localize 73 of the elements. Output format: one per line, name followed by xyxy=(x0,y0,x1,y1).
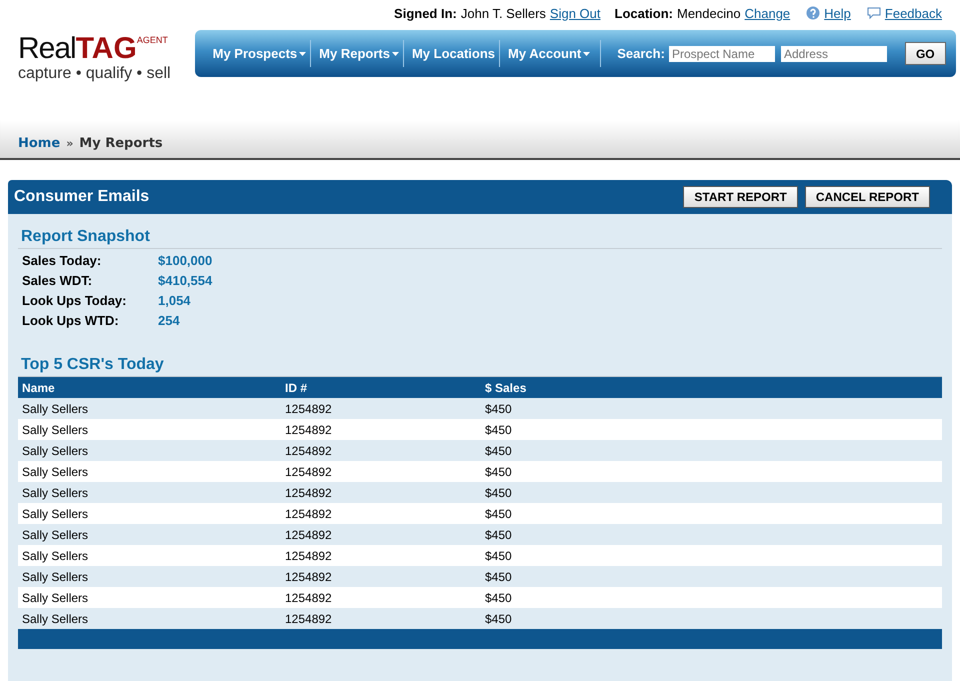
report-button[interactable]: CANCEL REPORT xyxy=(804,186,930,208)
table-cell: Sally Sellers xyxy=(18,398,281,419)
table-cell: Sally Sellers xyxy=(18,587,281,608)
nav-item[interactable]: My Locations xyxy=(404,40,500,67)
breadcrumb-item: My Reports xyxy=(79,136,163,150)
column-header: Name xyxy=(18,377,281,398)
table-cell: 1254892 xyxy=(281,566,481,587)
nav-item[interactable]: My Reports xyxy=(311,40,404,67)
table-cell: $450 xyxy=(481,419,942,440)
table-cell: Sally Sellers xyxy=(18,461,281,482)
location-name: Mendecino xyxy=(677,6,741,20)
logo-superscript-text: AGENT xyxy=(136,36,168,45)
search-label: Search: xyxy=(617,46,665,61)
search-field[interactable]: Prospect Name xyxy=(668,46,775,62)
signed-in-label: Signed In: xyxy=(394,6,457,20)
table-cell: Sally Sellers xyxy=(18,608,281,629)
feedback-link[interactable]: Feedback xyxy=(884,6,942,20)
table-cell: $450 xyxy=(481,587,942,608)
table-cell: 1254892 xyxy=(281,398,481,419)
table-cell: 1254892 xyxy=(281,440,481,461)
table-cell: 1254892 xyxy=(281,482,481,503)
change-link[interactable]: Change xyxy=(744,6,790,20)
table-cell: $450 xyxy=(481,482,942,503)
table-cell: Sally Sellers xyxy=(18,482,281,503)
table-cell: $450 xyxy=(481,566,942,587)
logo-word: Real xyxy=(18,34,76,64)
stat-label: Look Ups WTD: xyxy=(22,313,120,328)
location-label: Location: xyxy=(614,6,673,20)
table-cell: 1254892 xyxy=(281,545,481,566)
nav-item[interactable]: My Account xyxy=(500,40,602,67)
search-field[interactable]: Address xyxy=(780,46,887,62)
table-cell: Sally Sellers xyxy=(18,545,281,566)
section-title: Report Snapshot xyxy=(18,228,942,249)
stat-label: Sales WDT: xyxy=(22,273,94,288)
stat-value: 254 xyxy=(158,313,181,328)
table-cell: 1254892 xyxy=(281,503,481,524)
logo-tagline: capture • qualify • sell xyxy=(18,65,171,83)
table-cell: 1254892 xyxy=(281,587,481,608)
logo-word: TAG xyxy=(76,34,137,64)
table-cell: $450 xyxy=(481,503,942,524)
table-cell: Sally Sellers xyxy=(18,440,281,461)
table-cell: $450 xyxy=(481,440,942,461)
nav-item[interactable]: My Prospects xyxy=(204,40,312,67)
table-cell: 1254892 xyxy=(281,461,481,482)
speech-bubble-icon[interactable] xyxy=(866,6,881,20)
go-button[interactable]: GO xyxy=(904,42,946,65)
help-icon[interactable] xyxy=(806,6,820,20)
table-cell: Sally Sellers xyxy=(18,419,281,440)
table-cell: $450 xyxy=(481,608,942,629)
stat-value: 1,054 xyxy=(158,293,192,308)
stat-value: $100,000 xyxy=(158,253,214,268)
table-cell: $450 xyxy=(481,461,942,482)
column-header: ID # xyxy=(281,377,481,398)
stat-label: Look Ups Today: xyxy=(22,293,128,308)
panel-title: Consumer Emails xyxy=(14,188,150,206)
table-cell: 1254892 xyxy=(281,608,481,629)
table-cell: 1254892 xyxy=(281,419,481,440)
column-header: $ Sales xyxy=(481,377,942,398)
table-cell: $450 xyxy=(481,398,942,419)
breadcrumb-separator: » xyxy=(66,136,74,150)
report-button[interactable]: START REPORT xyxy=(683,186,798,208)
table-cell: Sally Sellers xyxy=(18,503,281,524)
table-cell: 1254892 xyxy=(281,524,481,545)
table-cell: Sally Sellers xyxy=(18,524,281,545)
table-cell: $450 xyxy=(481,545,942,566)
breadcrumb-item[interactable]: Home xyxy=(18,136,60,150)
help-link[interactable]: Help xyxy=(824,6,851,20)
table-cell: $450 xyxy=(481,524,942,545)
user-name: John T. Sellers xyxy=(460,6,546,20)
stat-value: $410,554 xyxy=(158,273,214,288)
sign-out-link[interactable]: Sign Out xyxy=(550,6,600,20)
stat-label: Sales Today: xyxy=(22,253,102,268)
table-cell: Sally Sellers xyxy=(18,566,281,587)
